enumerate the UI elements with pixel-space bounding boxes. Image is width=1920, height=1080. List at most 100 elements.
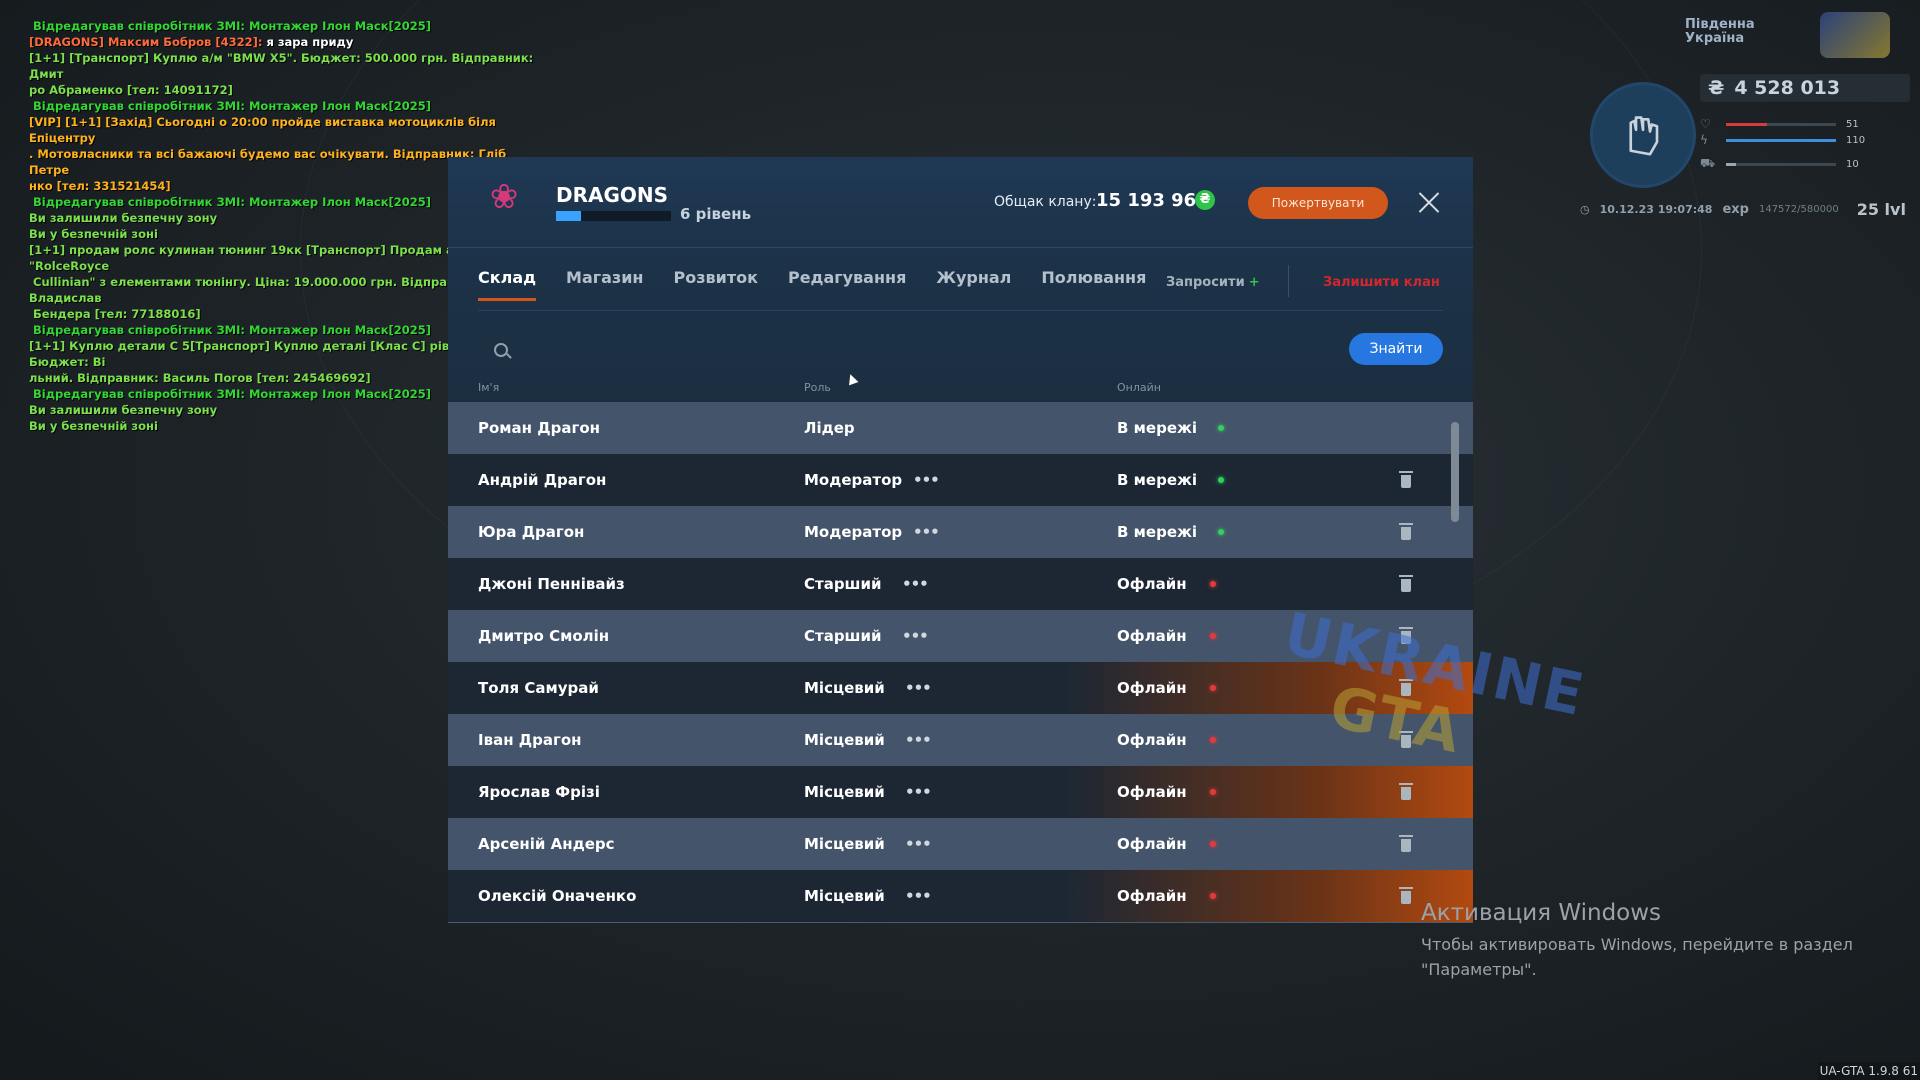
clock-icon: ◷ [1580, 203, 1590, 216]
trash-icon[interactable] [1399, 835, 1413, 853]
trash-icon[interactable] [1399, 731, 1413, 749]
table-row[interactable]: Андрій Драгон Модератор ••• В мережі [448, 454, 1473, 506]
role-menu-icon[interactable]: ••• [913, 506, 940, 558]
tab-0[interactable]: Склад [478, 264, 537, 310]
table-row[interactable]: Толя Самурай Місцевий ••• Офлайн [448, 662, 1473, 714]
tabs-divider [478, 310, 1443, 311]
member-role: Місцевий [804, 887, 885, 905]
role-menu-icon[interactable]: ••• [913, 454, 940, 506]
table-row[interactable]: Іван Драгон Місцевий ••• Офлайн [448, 714, 1473, 766]
member-name: Арсеній Андерс [478, 835, 615, 853]
invite-label: Запросити [1166, 275, 1245, 290]
chat-line: [VIP] [1+1] [Захід] Сьогодні о 20:00 про… [29, 115, 500, 145]
online-indicator-icon [1218, 425, 1224, 431]
trash-icon[interactable] [1399, 523, 1413, 541]
member-name: Роман Драгон [478, 419, 600, 437]
role-menu-icon[interactable]: ••• [905, 766, 932, 818]
member-status: Офлайн [1117, 835, 1187, 853]
search-icon [494, 343, 508, 357]
car-icon: ⛟ [1700, 156, 1716, 170]
table-row[interactable]: Ярослав Фрізі Місцевий ••• Офлайн [448, 766, 1473, 818]
donate-button[interactable]: Пожертвувати [1248, 187, 1388, 219]
role-menu-icon[interactable]: ••• [905, 870, 932, 922]
role-menu-icon[interactable]: ••• [902, 610, 929, 662]
role-menu-icon[interactable]: ••• [905, 662, 932, 714]
trash-icon[interactable] [1399, 887, 1413, 905]
tab-4[interactable]: Журнал [936, 264, 1011, 310]
region-name: Південна Україна [1685, 17, 1755, 46]
member-role: Місцевий [804, 679, 885, 697]
table-row[interactable]: Роман Драгон Лідер В мережі [448, 402, 1473, 454]
energy-bar [1726, 138, 1836, 142]
offline-indicator-icon [1210, 737, 1216, 743]
role-menu-icon[interactable]: ••• [905, 714, 932, 766]
exp-value: 147572/580000 [1758, 204, 1839, 215]
exp-label: exp [1722, 202, 1749, 217]
money-value: 4 528 013 [1734, 77, 1841, 99]
member-status: Офлайн [1117, 887, 1187, 905]
trash-icon[interactable] [1399, 679, 1413, 697]
trash-icon[interactable] [1399, 783, 1413, 801]
close-icon[interactable] [1414, 187, 1444, 217]
role-menu-icon[interactable]: ••• [905, 818, 932, 870]
panel-bottom-border [448, 922, 1473, 923]
table-row[interactable]: Юра Драгон Модератор ••• В мережі [448, 506, 1473, 558]
datetime: 10.12.23 19:07:48 [1599, 203, 1713, 216]
trash-icon[interactable] [1399, 627, 1413, 645]
tab-5[interactable]: Полювання [1041, 264, 1146, 310]
member-role: Лідер [804, 419, 855, 437]
hryvnia-coin-icon: ₴ [1195, 190, 1215, 210]
member-status: Офлайн [1117, 783, 1187, 801]
energy-value: 110 [1846, 134, 1866, 146]
member-name: Олексій Оначенко [478, 887, 637, 905]
member-status: Офлайн [1117, 731, 1187, 749]
rose-emblem-icon: ❀ [489, 177, 519, 217]
offline-indicator-icon [1210, 893, 1216, 899]
member-name: Андрій Драгон [478, 471, 607, 489]
chat-line: [1+1] [Транспорт] Куплю а/м "BMW X5". Бю… [29, 51, 538, 81]
game-logo-badge [1820, 12, 1890, 58]
online-indicator-icon [1218, 477, 1224, 483]
member-status: В мережі [1117, 419, 1198, 437]
tab-2[interactable]: Розвиток [673, 264, 757, 310]
find-button[interactable]: Знайти [1349, 333, 1443, 365]
table-row[interactable]: Джоні Пеннівайз Старший ••• Офлайн [448, 558, 1473, 610]
trash-icon[interactable] [1399, 471, 1413, 489]
column-header-name: Ім'я [478, 381, 500, 394]
role-menu-icon[interactable]: ••• [902, 558, 929, 610]
table-row[interactable]: Дмитро Смолін Старший ••• Офлайн [448, 610, 1473, 662]
clan-level: 6 рівень [680, 205, 752, 223]
member-name: Толя Самурай [478, 679, 599, 697]
stat-bars: ♡ 51 ϟ 110 ⛟ 10 [1700, 116, 1910, 172]
member-status: В мережі [1117, 523, 1198, 541]
tab-3[interactable]: Редагування [788, 264, 906, 310]
member-role: Старший [804, 575, 882, 593]
energy-icon: ϟ [1700, 133, 1708, 147]
clan-level-progress [556, 211, 671, 221]
search-bar: Знайти [478, 333, 1443, 367]
chat-line: [DRAGONS] Максим Бобров [4322]: я зара п… [29, 35, 354, 49]
clan-tabs: Склад Магазин Розвиток Редагування Журнал Пол… [478, 264, 1176, 310]
member-role: Модератор [804, 471, 903, 489]
member-role: Місцевий [804, 731, 885, 749]
money-display: ₴ 4 528 013 [1700, 74, 1910, 102]
search-input[interactable] [518, 335, 1322, 367]
fist-icon [1590, 82, 1696, 188]
offline-indicator-icon [1210, 841, 1216, 847]
invite-button[interactable]: Запросити + [1166, 275, 1260, 290]
member-role: Модератор [804, 523, 903, 541]
online-indicator-icon [1218, 529, 1224, 535]
health-value: 51 [1846, 118, 1859, 130]
trash-icon[interactable] [1399, 575, 1413, 593]
table-row[interactable]: Арсеній Андерс Місцевий ••• Офлайн [448, 818, 1473, 870]
clan-name: DRAGONS [556, 183, 669, 207]
members-table: Роман Драгон Лідер В мережі Андрій Драгон Мо… [448, 402, 1473, 922]
tabs-separator [1288, 265, 1289, 297]
clan-treasury-value: 15 193 962 [1096, 190, 1209, 211]
health-bar [1726, 122, 1767, 126]
table-row[interactable]: Олексій Оначенко Місцевий ••• Офлайн [448, 870, 1473, 922]
scrollbar[interactable] [1451, 422, 1459, 522]
leave-clan-button[interactable]: Залишити клан [1323, 275, 1440, 290]
status-line: ◷ 10.12.23 19:07:48 exp 147572/580000 25… [1580, 200, 1920, 219]
tab-1[interactable]: Магазин [566, 264, 643, 310]
